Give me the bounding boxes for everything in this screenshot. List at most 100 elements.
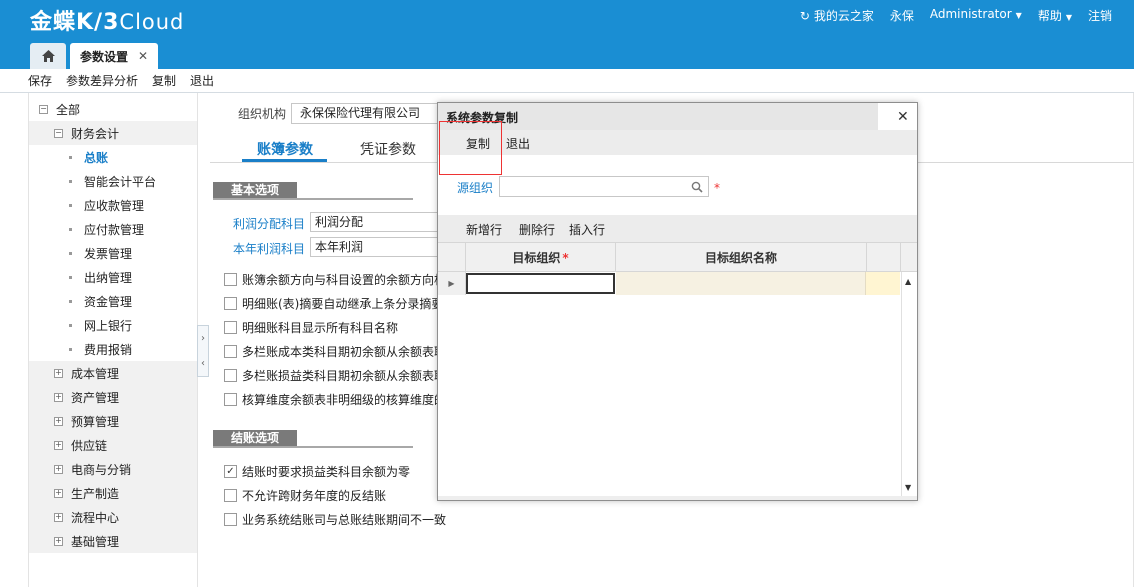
tree-item-label: 资金管理 xyxy=(84,294,133,309)
option-row[interactable]: 账簿余额方向与科目设置的余额方向相 xyxy=(224,271,446,288)
checkmark-icon[interactable]: ✓ xyxy=(224,465,237,478)
search-icon[interactable] xyxy=(691,181,703,193)
option-row[interactable]: 核算维度余额表非明细级的核算维度的 xyxy=(224,391,446,408)
expand-icon[interactable]: + xyxy=(54,464,63,474)
profit-dist-input[interactable]: 利润分配 xyxy=(310,212,440,232)
collapse-icon[interactable]: − xyxy=(39,104,48,114)
scroll-down-icon[interactable]: ▼ xyxy=(905,483,911,492)
chevron-left-icon[interactable]: ‹ xyxy=(201,358,205,369)
tree-item[interactable]: 资金管理 xyxy=(29,289,197,313)
collapse-icon[interactable]: − xyxy=(54,128,63,138)
help-menu[interactable]: 帮助 ▼ xyxy=(1038,7,1072,24)
account-menu[interactable]: Administrator ▼ xyxy=(930,7,1022,24)
tree-item[interactable]: + 生产制造 xyxy=(29,481,197,505)
insert-row-button[interactable]: 插入行 xyxy=(569,221,605,238)
target-org-cell-input[interactable] xyxy=(466,273,615,294)
delete-row-button[interactable]: 删除行 xyxy=(519,221,555,238)
add-row-button[interactable]: 新增行 xyxy=(466,221,502,238)
profit-dist-label[interactable]: 利润分配科目 xyxy=(233,215,305,232)
col-target-org-name[interactable]: 目标组织名称 xyxy=(616,243,867,272)
chevron-right-icon[interactable]: › xyxy=(201,333,205,344)
tree-item[interactable]: 网上银行 xyxy=(29,313,197,337)
dialog-titlebar[interactable]: 系统参数复制 xyxy=(438,103,917,130)
expand-icon[interactable]: + xyxy=(54,416,63,426)
tree-item-label: 发票管理 xyxy=(84,246,133,261)
home-tab[interactable] xyxy=(30,43,66,69)
logout-link[interactable]: 注销 xyxy=(1088,7,1112,24)
option-checkbox[interactable] xyxy=(224,273,237,286)
grid-scrollbar[interactable]: ▲ ▼ xyxy=(901,272,917,496)
tree-item[interactable]: + 电商与分销 xyxy=(29,457,197,481)
cloud-home-label: 我的云之家 xyxy=(813,9,874,23)
option-checkbox[interactable] xyxy=(224,369,237,382)
option-row[interactable]: 多栏账成本类科目期初余额从余额表取 xyxy=(224,343,446,360)
tree-item[interactable]: + 供应链 xyxy=(29,433,197,457)
save-button[interactable]: 保存 xyxy=(28,72,52,89)
tree-item[interactable]: − 全部 xyxy=(29,97,197,121)
dialog-exit-button[interactable]: 退出 xyxy=(506,135,530,152)
option-label: 结账时要求损益类科目余额为零 xyxy=(242,465,411,479)
expand-icon[interactable]: + xyxy=(54,440,63,450)
option-checkbox[interactable] xyxy=(224,393,237,406)
option-row[interactable]: 明细账(表)摘要自动继承上条分录摘要 xyxy=(224,295,443,312)
org-select[interactable]: 永保保险代理有限公司 xyxy=(291,103,441,124)
tree-item[interactable]: + 成本管理 xyxy=(29,361,197,385)
table-row[interactable]: ▶ xyxy=(438,272,917,295)
tree-item-label: 出纳管理 xyxy=(84,270,133,285)
option-checkbox[interactable] xyxy=(224,345,237,358)
tab-voucher-params[interactable]: 凭证参数 xyxy=(360,139,416,159)
expand-icon[interactable]: + xyxy=(54,392,63,402)
brand-logo: 金蝶K/3Cloud xyxy=(30,4,184,36)
dialog-copy-button[interactable]: 复制 xyxy=(466,135,490,152)
tree-item-label: 成本管理 xyxy=(71,366,120,381)
user-name[interactable]: 永保 xyxy=(890,7,914,24)
source-org-label[interactable]: 源组织 xyxy=(457,179,493,196)
expand-icon[interactable]: + xyxy=(54,512,63,522)
tree-item[interactable]: 智能会计平台 xyxy=(29,169,197,193)
tree-item[interactable]: 总账 xyxy=(29,145,197,169)
scroll-up-icon[interactable]: ▲ xyxy=(905,277,911,286)
bullet-icon xyxy=(69,275,72,279)
tree-item[interactable]: + 预算管理 xyxy=(29,409,197,433)
option-row[interactable]: 多栏账损益类科目期初余额从余额表取 xyxy=(224,367,446,384)
bullet-icon xyxy=(69,347,72,351)
option-checkbox[interactable] xyxy=(224,321,237,334)
exit-button[interactable]: 退出 xyxy=(190,72,214,89)
tree-item[interactable]: + 资产管理 xyxy=(29,385,197,409)
close-icon[interactable]: ✕ xyxy=(138,49,148,63)
expand-icon[interactable]: + xyxy=(54,536,63,546)
tree-item[interactable]: + 流程中心 xyxy=(29,505,197,529)
tab-ledger-params[interactable]: 账簿参数 xyxy=(257,139,313,159)
source-org-input[interactable] xyxy=(499,176,709,197)
tree-item[interactable]: 出纳管理 xyxy=(29,265,197,289)
option-row[interactable]: 业务系统结账司与总账结账期间不一致 xyxy=(224,511,446,528)
copy-button[interactable]: 复制 xyxy=(152,72,176,89)
tree-item[interactable]: − 财务会计 xyxy=(29,121,197,145)
tree-item-label: 应付款管理 xyxy=(84,222,145,237)
cloud-home-link[interactable]: ↻ 我的云之家 xyxy=(800,7,874,24)
col-target-org-label: 目标组织 xyxy=(512,251,561,265)
tree-item-label: 总账 xyxy=(84,150,109,165)
sidebar-splitter[interactable]: › ‹ xyxy=(197,325,209,377)
tree-item[interactable]: + 基础管理 xyxy=(29,529,197,553)
tree-item[interactable]: 费用报销 xyxy=(29,337,197,361)
tab-param-settings[interactable]: 参数设置 ✕ xyxy=(70,43,158,69)
tree-item[interactable]: 应收款管理 xyxy=(29,193,197,217)
option-row[interactable]: 不允许跨财务年度的反结账 xyxy=(224,487,386,504)
option-checkbox[interactable] xyxy=(224,297,237,310)
tab-label: 参数设置 xyxy=(80,49,129,64)
option-row[interactable]: ✓ 结账时要求损益类科目余额为零 xyxy=(224,463,410,480)
option-row[interactable]: 明细账科目显示所有科目名称 xyxy=(224,319,398,336)
current-profit-label[interactable]: 本年利润科目 xyxy=(233,240,305,257)
diff-analysis-button[interactable]: 参数差异分析 xyxy=(66,72,138,89)
current-profit-input[interactable]: 本年利润 xyxy=(310,237,440,257)
close-icon[interactable]: ✕ xyxy=(897,109,909,125)
option-checkbox[interactable] xyxy=(224,513,237,526)
tree-item-label: 电商与分销 xyxy=(71,462,132,477)
expand-icon[interactable]: + xyxy=(54,488,63,498)
tree-item[interactable]: 应付款管理 xyxy=(29,217,197,241)
expand-icon[interactable]: + xyxy=(54,368,63,378)
tree-item[interactable]: 发票管理 xyxy=(29,241,197,265)
col-target-org[interactable]: 目标组织 * xyxy=(466,243,616,272)
option-checkbox[interactable] xyxy=(224,489,237,502)
